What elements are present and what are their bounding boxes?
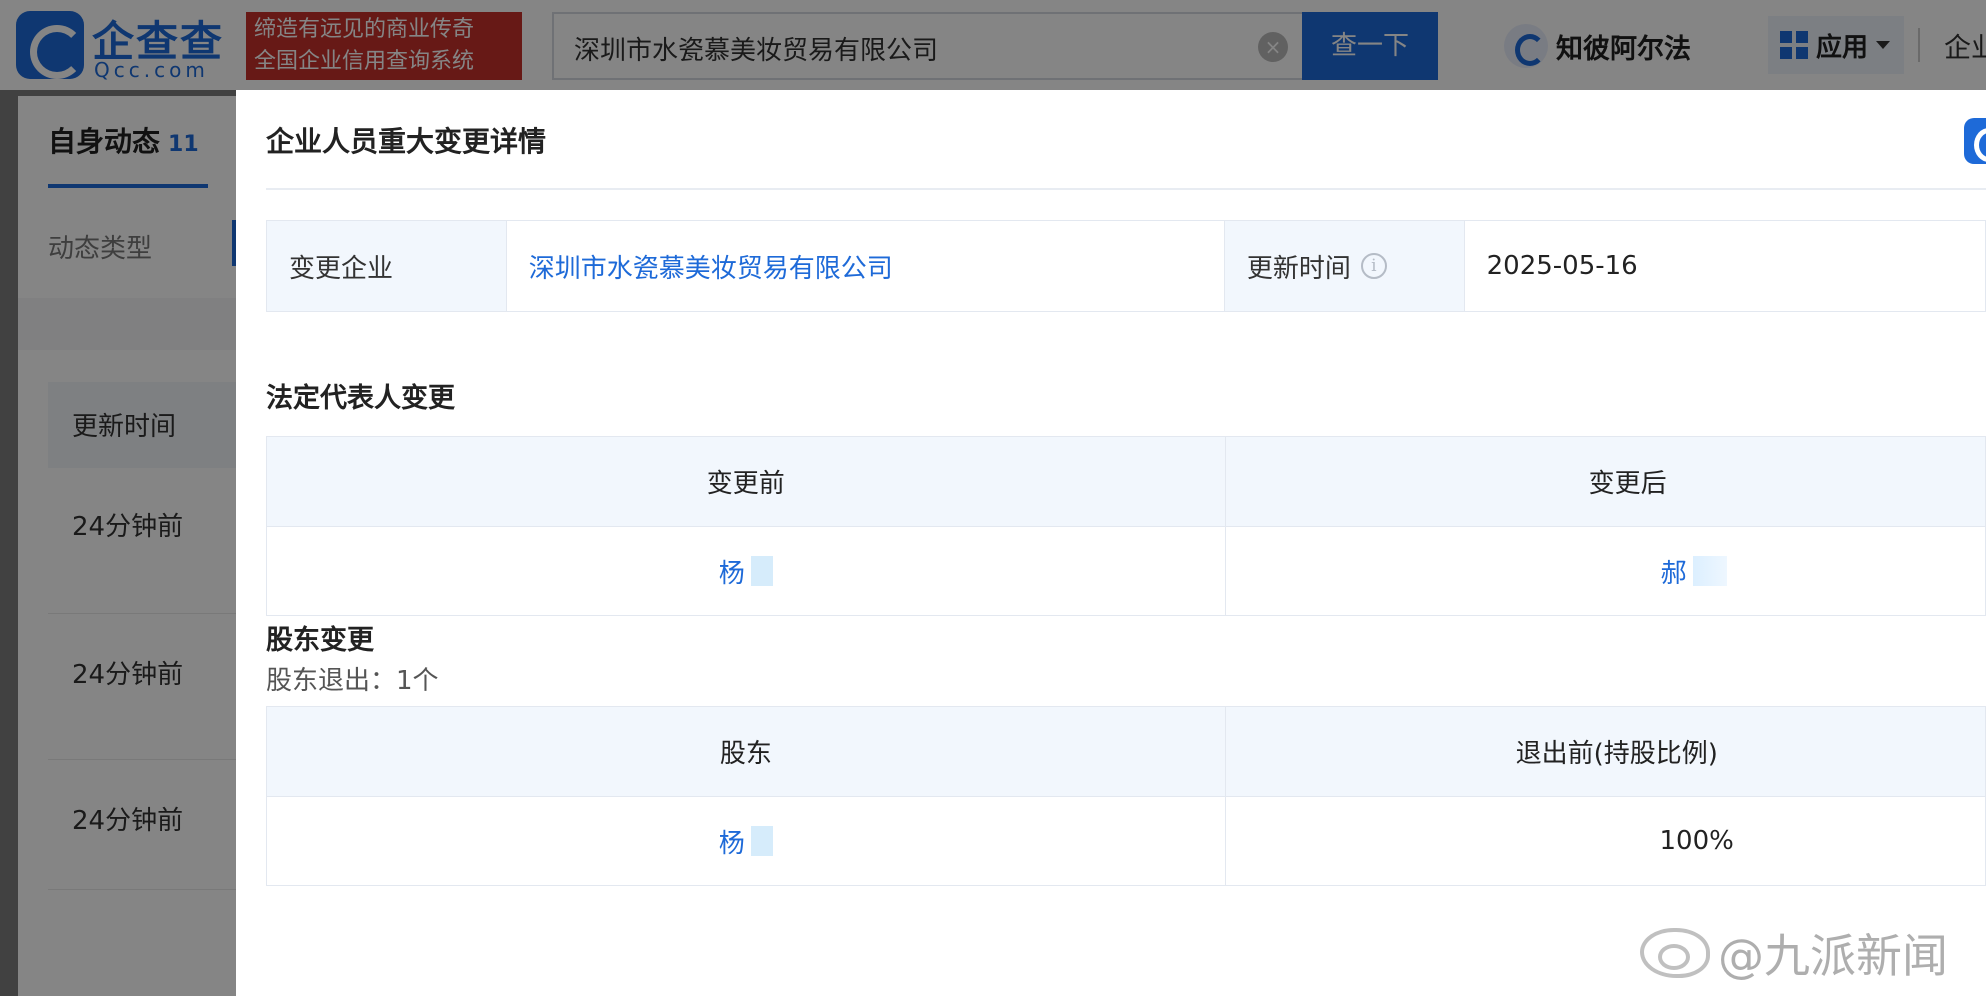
watermark-text: @九派新闻 [1718, 929, 1948, 983]
company-link[interactable]: 深圳市水瓷慕美妆贸易有限公司 [507, 221, 1225, 311]
table-row: 杨 郝 [267, 526, 1985, 615]
update-time-label-cell: 更新时间 i [1224, 221, 1465, 311]
update-time-value: 2025-05-16 [1486, 251, 1638, 281]
after-header: 变更后 [1224, 437, 1985, 526]
modal-title: 企业人员重大变更详情 [266, 125, 547, 158]
holder-cell: 杨 [267, 797, 1225, 885]
qcc-logo-icon [1964, 118, 1986, 164]
masked-name [1692, 556, 1727, 586]
change-detail-modal: 企业人员重大变更详情 变更企业 深圳市水瓷慕美妆贸易有限公司 更新时间 i 20… [236, 90, 1986, 996]
modal-divider [266, 188, 1986, 190]
company-label: 变更企业 [267, 221, 507, 311]
source-watermark: @九派新闻 [1640, 920, 1948, 986]
info-table: 变更企业 深圳市水瓷慕美妆贸易有限公司 更新时间 i 2025-05-16 [266, 220, 1986, 312]
after-cell: 郝 [1224, 527, 1986, 615]
before-header: 变更前 [706, 469, 785, 499]
holder-header: 股东 [719, 739, 772, 769]
table-header-row: 股东 退出前(持股比例) [267, 707, 1985, 796]
table-row: 杨 100% [267, 796, 1985, 885]
masked-name [750, 826, 773, 856]
masked-name [750, 556, 773, 586]
ratio-header: 退出前(持股比例) [1224, 707, 1985, 796]
info-icon[interactable]: i [1360, 253, 1387, 279]
shareholder-section-title: 股东变更 [266, 625, 374, 656]
after-person-link[interactable]: 郝 [1661, 553, 1687, 590]
weibo-icon [1640, 928, 1710, 978]
update-time-label: 更新时间 [1246, 253, 1351, 284]
ratio-cell: 100% [1224, 797, 1986, 885]
before-person-link[interactable]: 杨 [719, 553, 745, 590]
legal-rep-section-title: 法定代表人变更 [266, 383, 455, 414]
table-header-row: 变更前 变更后 [267, 437, 1985, 526]
holder-person-link[interactable]: 杨 [719, 823, 745, 860]
legal-rep-table: 变更前 变更后 杨 郝 [266, 436, 1986, 616]
page-root: 企查查 Qcc.com 缔造有远见的商业传奇 全国企业信用查询系统 深圳市水瓷慕… [0, 0, 1986, 996]
shareholder-exit-count: 股东退出：1个 [266, 666, 439, 696]
shareholder-table: 股东 退出前(持股比例) 杨 100% [266, 706, 1986, 886]
before-cell: 杨 [267, 527, 1225, 615]
